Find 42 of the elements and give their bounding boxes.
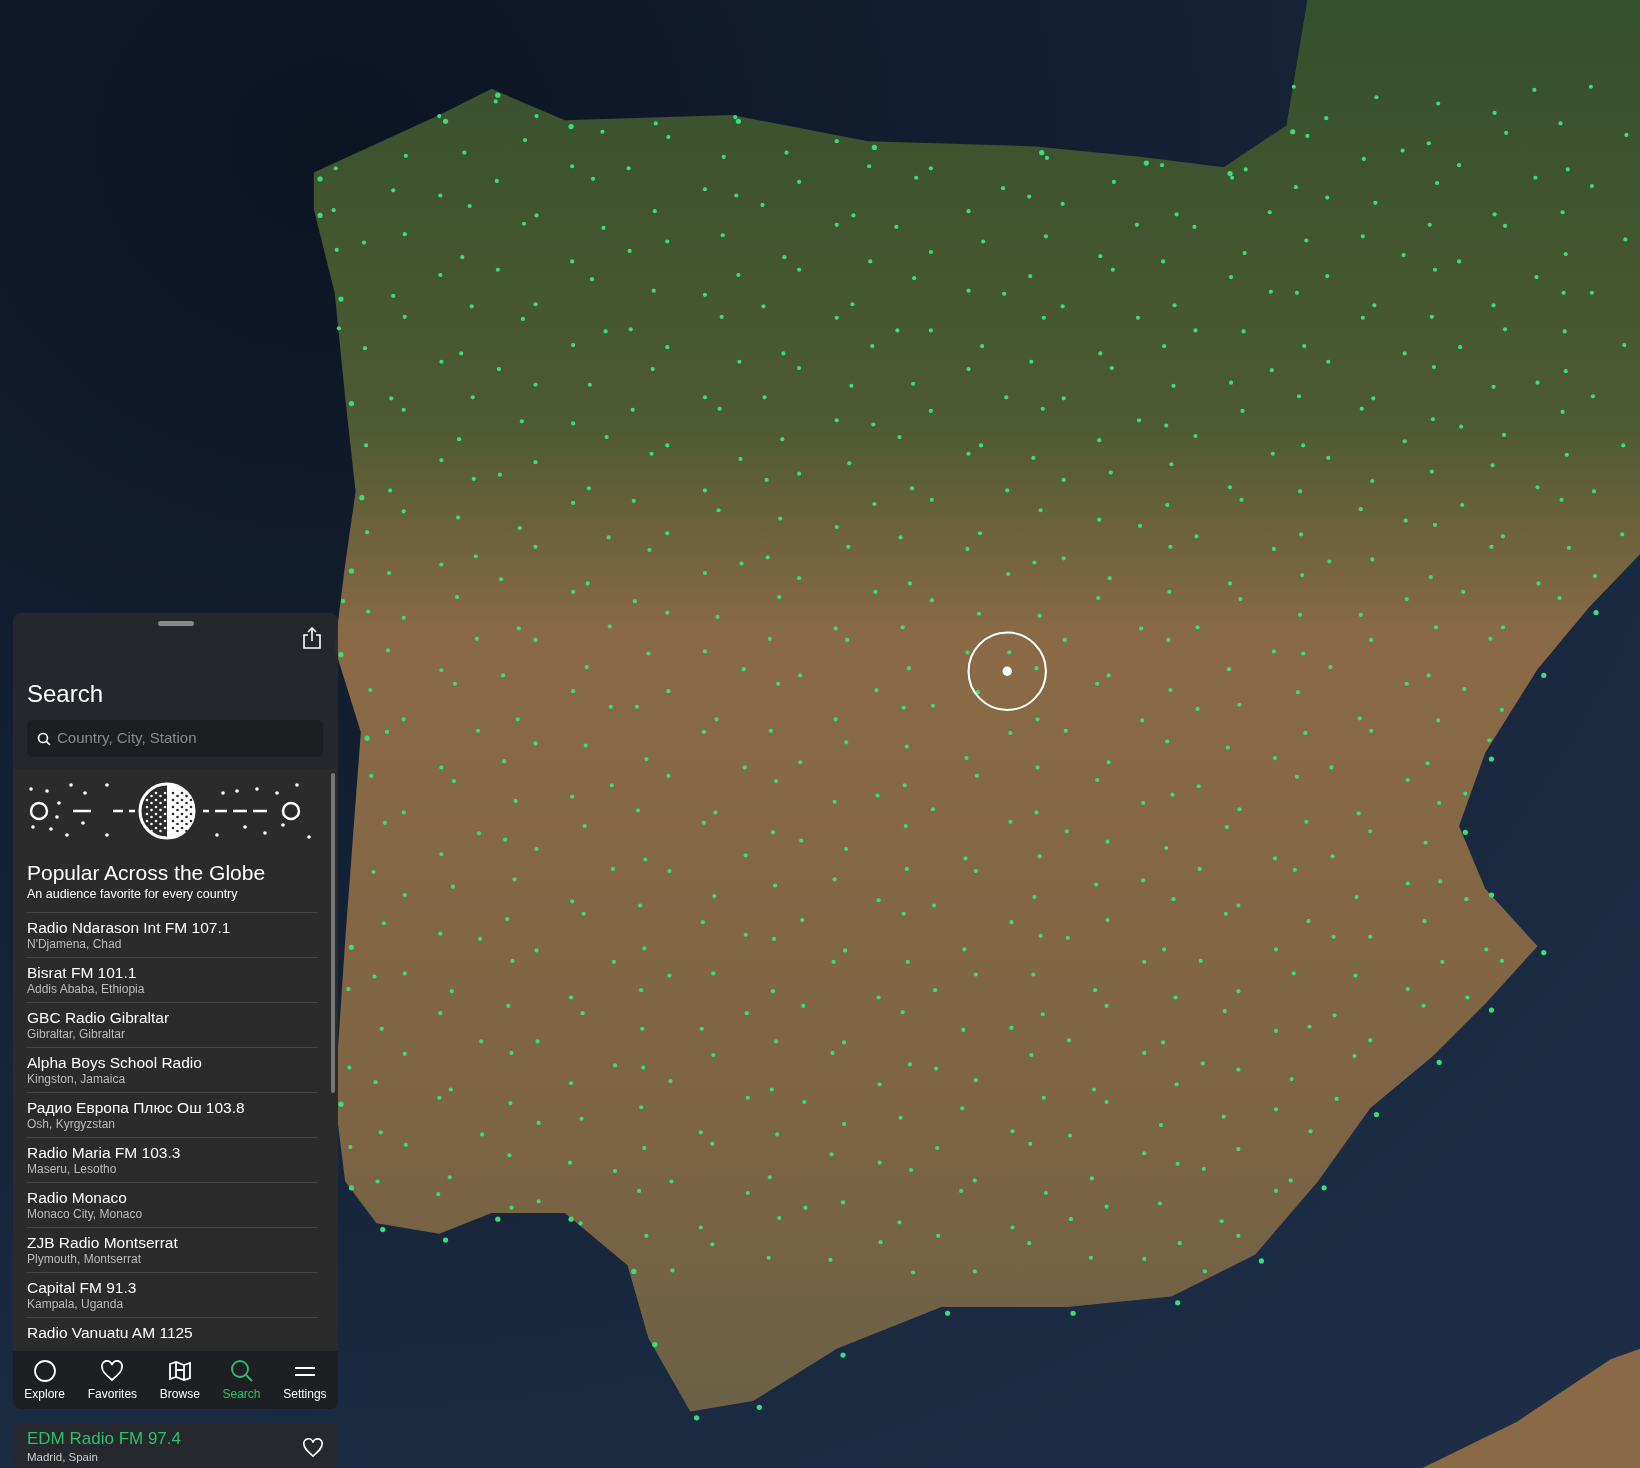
station-name[interactable]: Radio Vanuatu AM 1125	[27, 1323, 317, 1343]
favorite-button[interactable]	[302, 1435, 324, 1460]
location-marker-icon	[967, 631, 1047, 711]
section-title: Popular Across the Globe	[27, 860, 267, 885]
tab[interactable]: Favorites	[83, 1359, 142, 1404]
station-name[interactable]: ZJB Radio Montserrat	[27, 1233, 317, 1253]
share-icon[interactable]	[302, 626, 322, 651]
section-subtitle: An audience favorite for every country	[27, 886, 239, 903]
heart-icon	[100, 1359, 125, 1384]
station-location: Osh, Kyrgyzstan	[27, 1117, 117, 1132]
panel-title: Search	[27, 679, 105, 710]
tab[interactable]: Explore	[20, 1359, 70, 1404]
search-icon	[229, 1359, 254, 1384]
station-location: Kingston, Jamaica	[27, 1072, 127, 1087]
tab[interactable]: Settings	[279, 1359, 331, 1404]
tab[interactable]: Search	[218, 1359, 265, 1404]
station-name[interactable]: Alpha Boys School Radio	[27, 1053, 317, 1073]
station-location: Kampala, Uganda	[27, 1297, 125, 1312]
station-location: Maseru, Lesotho	[27, 1162, 118, 1177]
menu-icon	[293, 1366, 316, 1376]
station-name[interactable]: Capital FM 91.3	[27, 1278, 317, 1298]
drag-handle[interactable]	[157, 621, 194, 627]
station-location: Plymouth, Montserrat	[27, 1252, 143, 1267]
now-playing-location: Madrid, Spain	[27, 1449, 99, 1465]
tab[interactable]: Browse	[155, 1359, 204, 1404]
station-name[interactable]: Radio Ndarason Int FM 107.1	[27, 918, 317, 938]
station-location: Monaco City, Monaco	[27, 1207, 144, 1222]
heart-icon	[302, 1438, 324, 1459]
circle-icon	[32, 1359, 57, 1384]
station-name[interactable]: Радио Европа Плюс Ош 103.8	[27, 1098, 317, 1118]
station-location: Gibraltar, Gibraltar	[27, 1027, 127, 1042]
station-name[interactable]: GBC Radio Gibraltar	[27, 1008, 317, 1028]
now-playing-title: EDM Radio FM 97.4	[27, 1429, 181, 1449]
search-field[interactable]: Country, City, Station	[27, 720, 323, 757]
scrollbar[interactable]	[331, 772, 335, 1093]
map-icon	[167, 1359, 192, 1384]
station-location: N'Djamena, Chad	[27, 937, 123, 952]
station-name[interactable]: Bisrat FM 101.1	[27, 963, 317, 983]
now-playing-bar[interactable]: EDM Radio FM 97.4 Madrid, Spain	[13, 1423, 338, 1468]
station-location: Addis Ababa, Ethiopia	[27, 982, 146, 997]
station-name[interactable]: Radio Maria FM 103.3	[27, 1143, 317, 1163]
station-name[interactable]: Radio Monaco	[27, 1188, 317, 1208]
